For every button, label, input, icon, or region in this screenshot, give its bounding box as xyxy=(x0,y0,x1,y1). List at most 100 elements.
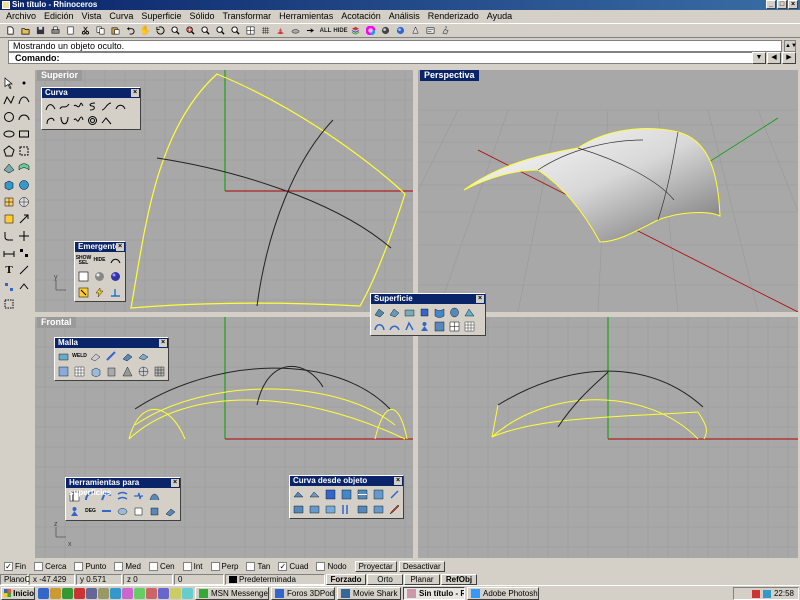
menu-acotacion[interactable]: Acotación xyxy=(337,11,385,21)
select-points-icon[interactable] xyxy=(77,270,90,283)
malla-toolbar-title[interactable]: Malla × xyxy=(55,338,168,348)
task-msn[interactable]: MSN Messenger xyxy=(195,586,269,600)
print-icon[interactable] xyxy=(49,24,62,37)
osnap-punto[interactable]: Punto xyxy=(74,561,106,571)
isocurve-top-1[interactable] xyxy=(156,157,392,249)
select-all-icon[interactable]: ALL xyxy=(319,24,332,37)
offset-curve-icon[interactable] xyxy=(340,503,353,516)
viewport-title-perspective[interactable]: Perspectiva xyxy=(420,70,479,81)
task-foros[interactable]: Foros 3DPoder ... xyxy=(271,586,335,600)
srf-untrim-icon[interactable] xyxy=(164,505,177,518)
curve-sketch-icon[interactable] xyxy=(72,100,85,113)
block-icon[interactable] xyxy=(17,280,31,294)
mesh-join-icon[interactable] xyxy=(137,350,150,363)
curva-objeto-close-icon[interactable]: × xyxy=(394,477,402,485)
history-scroll[interactable]: ▲▼ xyxy=(784,40,797,52)
zoom-window-icon[interactable] xyxy=(184,24,197,37)
explorer-icon[interactable] xyxy=(62,587,73,599)
status-layer[interactable]: Predeterminada xyxy=(225,573,325,585)
osnap-punto-checkbox[interactable] xyxy=(74,561,84,571)
osnap-perp[interactable]: Perp xyxy=(210,561,238,571)
osnap-cen-checkbox[interactable] xyxy=(148,561,158,571)
task-rhino[interactable]: Sin título - Rh... xyxy=(403,586,465,600)
cplane-icon[interactable] xyxy=(274,24,287,37)
srf-rail-icon[interactable] xyxy=(373,320,386,333)
text-curve-icon[interactable] xyxy=(17,144,31,158)
silhouette-icon[interactable] xyxy=(372,488,385,501)
duplicate-border-icon[interactable] xyxy=(308,488,321,501)
osnap-med[interactable]: Med xyxy=(114,561,141,571)
menu-superficie[interactable]: Superficie xyxy=(137,11,185,21)
srf-planar-icon[interactable] xyxy=(403,306,416,319)
menu-ayuda[interactable]: Ayuda xyxy=(483,11,516,21)
srf-degree-icon[interactable]: DEG xyxy=(84,505,97,518)
render-sphere-icon[interactable] xyxy=(379,24,392,37)
menu-edicion[interactable]: Edición xyxy=(40,11,78,21)
emergente-close-icon[interactable]: × xyxy=(116,243,124,251)
srf-split-icon[interactable] xyxy=(148,505,161,518)
app9-icon[interactable] xyxy=(134,587,145,599)
section-icon[interactable] xyxy=(356,488,369,501)
osnap-perp-checkbox[interactable] xyxy=(210,561,220,571)
herramientas-close-icon[interactable]: × xyxy=(171,479,179,487)
curve-interp-icon[interactable] xyxy=(58,100,71,113)
herramientas-toolbar-title[interactable]: Herramientas para superficies × xyxy=(66,478,180,497)
cut-icon[interactable] xyxy=(79,24,92,37)
media-icon[interactable] xyxy=(74,587,85,599)
mesh-unify-icon[interactable] xyxy=(121,350,134,363)
minimize-button[interactable]: _ xyxy=(766,0,776,9)
pencil-icon[interactable] xyxy=(388,503,401,516)
point-icon[interactable] xyxy=(17,76,31,90)
viewport-layout-icon[interactable] xyxy=(244,24,257,37)
zoom-all-icon[interactable] xyxy=(229,24,242,37)
rectangle-icon[interactable] xyxy=(17,127,31,141)
shade-sphere-icon[interactable] xyxy=(394,24,407,37)
text-icon[interactable]: T xyxy=(2,263,16,277)
curve-conic-icon[interactable] xyxy=(100,114,113,127)
osnap-med-checkbox[interactable] xyxy=(114,561,124,571)
osnap-int[interactable]: Int xyxy=(182,561,203,571)
mesh-plane-icon[interactable] xyxy=(89,350,102,363)
undo-icon[interactable] xyxy=(124,24,137,37)
save-icon[interactable] xyxy=(34,24,47,37)
new-file-icon[interactable] xyxy=(4,24,17,37)
rotate-view-icon[interactable] xyxy=(154,24,167,37)
srf-mesh-icon[interactable] xyxy=(463,320,476,333)
zoom-selected-icon[interactable] xyxy=(214,24,227,37)
app10-icon[interactable] xyxy=(146,587,157,599)
front-black-isocurves[interactable] xyxy=(134,365,391,410)
title-bar[interactable]: Sin título - Rhinoceros _ □ × xyxy=(0,0,800,10)
maximize-button[interactable]: □ xyxy=(777,0,787,9)
command-next-button[interactable]: ▶ xyxy=(782,52,796,64)
curve-blend-icon[interactable] xyxy=(100,100,113,113)
gray-sphere-icon[interactable] xyxy=(93,270,106,283)
mesh-cylinder-icon[interactable] xyxy=(105,365,118,378)
viewport-title-top[interactable]: Superior xyxy=(37,70,83,81)
srf-sweep-icon[interactable] xyxy=(463,306,476,319)
srf-sweep2-icon[interactable] xyxy=(388,320,401,333)
wireframe-icon[interactable] xyxy=(356,503,369,516)
close-button[interactable]: × xyxy=(788,0,798,9)
mesh-box-icon[interactable] xyxy=(57,365,70,378)
move-block-icon[interactable] xyxy=(77,286,90,299)
srf-network-icon[interactable] xyxy=(433,320,446,333)
mesh-sphere-icon[interactable] xyxy=(17,195,31,209)
mesh-torus-icon[interactable] xyxy=(153,365,166,378)
app6-icon[interactable] xyxy=(98,587,109,599)
pull-icon[interactable] xyxy=(292,503,305,516)
project-icon[interactable] xyxy=(388,488,401,501)
app12-icon[interactable] xyxy=(170,587,181,599)
osnap-cen[interactable]: Cen xyxy=(148,561,175,571)
tray-icon-1[interactable] xyxy=(751,589,760,598)
mesh-sphere-tool-icon[interactable] xyxy=(137,365,150,378)
surface-icon[interactable] xyxy=(2,161,16,175)
ie-icon[interactable] xyxy=(38,587,49,599)
osnap-cerca-checkbox[interactable] xyxy=(34,561,44,571)
srf-patch-icon[interactable] xyxy=(403,320,416,333)
osnap-cuad[interactable]: ✓ Cuad xyxy=(278,561,308,571)
select-filter-icon[interactable] xyxy=(304,24,317,37)
menu-vista[interactable]: Vista xyxy=(78,11,106,21)
snap-toggle[interactable]: Forzado xyxy=(326,573,366,585)
app5-icon[interactable] xyxy=(86,587,97,599)
menu-archivo[interactable]: Archivo xyxy=(2,11,40,21)
